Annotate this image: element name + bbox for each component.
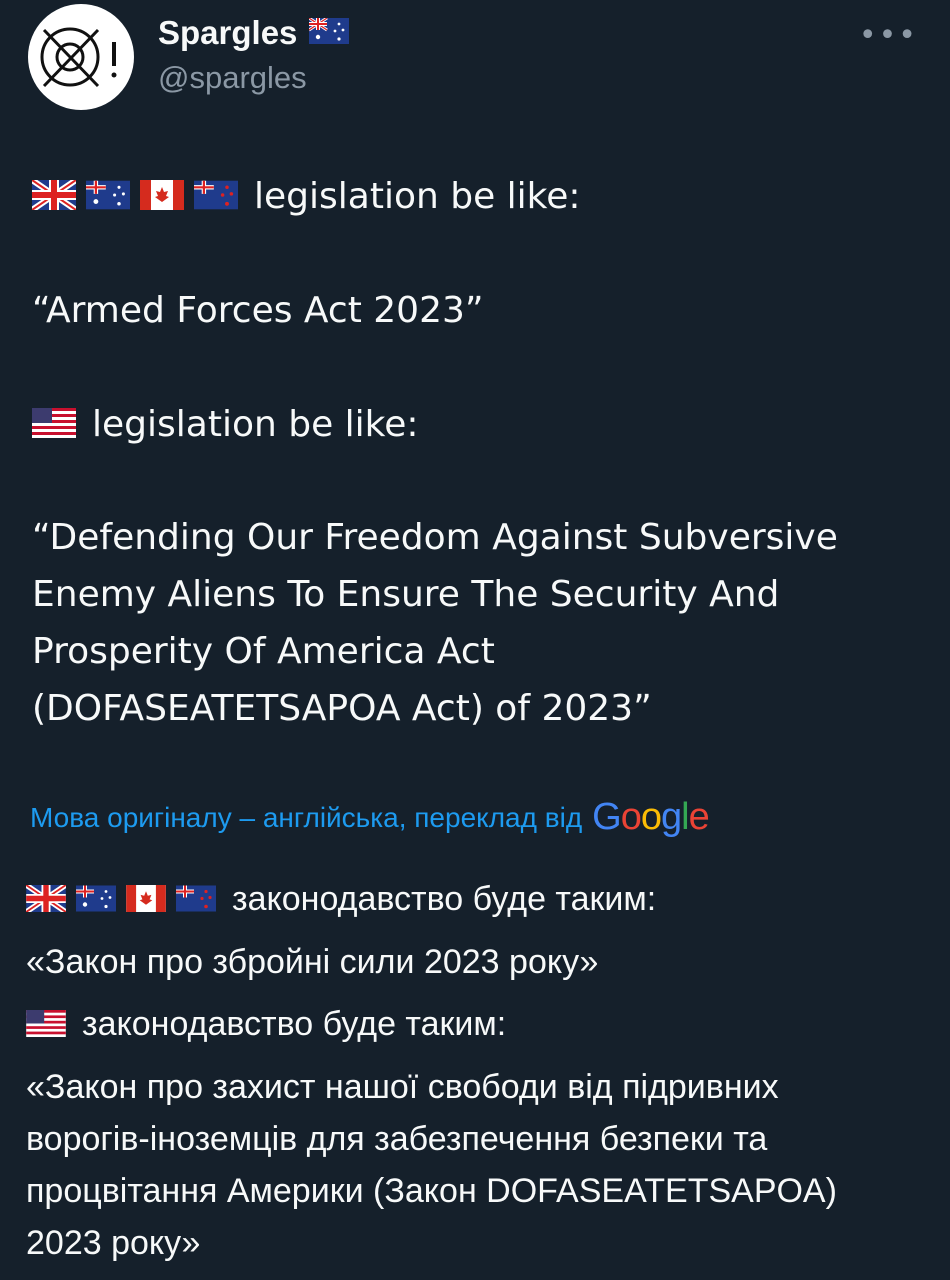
- original-text: “Defending Our Freedom Against Subversiv…: [32, 517, 838, 558]
- translated-text: процвітання Америки (Закон DOFASEATETSAP…: [26, 1172, 837, 1210]
- avatar-logo-icon: [40, 27, 117, 88]
- avatar[interactable]: [28, 4, 134, 110]
- canada-flag-icon: [126, 875, 166, 927]
- australia-flag-icon: [76, 875, 116, 927]
- original-line-1: legislation be like:: [32, 168, 581, 227]
- translated-line-3: законодавство буде таким:: [26, 998, 506, 1052]
- original-line-3: legislation be like:: [32, 396, 419, 455]
- new-zealand-flag-icon: [176, 875, 216, 927]
- new-zealand-flag-icon: [194, 170, 238, 227]
- author-handle[interactable]: @spargles: [158, 60, 307, 96]
- original-text: “Armed Forces Act 2023”: [32, 290, 484, 331]
- us-flag-icon: [32, 398, 76, 455]
- author-name-row[interactable]: Spargles: [158, 14, 350, 52]
- australia-flag-icon: [309, 14, 350, 52]
- translated-text: 2023 року»: [26, 1224, 201, 1262]
- translated-text: «Закон про збройні сили 2023 року»: [26, 943, 599, 981]
- flag-group: [32, 398, 76, 455]
- translation-note[interactable]: Мова оригіналу – англійська, переклад ві…: [30, 796, 710, 839]
- australia-flag-icon: [86, 170, 130, 227]
- us-flag-icon: [26, 1000, 66, 1052]
- more-options-icon[interactable]: •••: [859, 18, 918, 53]
- original-text: Enemy Aliens To Ensure The Security And: [32, 574, 780, 615]
- translated-text: законодавство буде таким:: [232, 880, 657, 918]
- google-logo: Google: [592, 796, 710, 838]
- translated-text: законодавство буде таким:: [82, 1005, 507, 1043]
- original-text: (DOFASEATETSAPOA Act) of 2023”: [32, 688, 652, 729]
- translated-text: «Закон про захист нашої свободи від підр…: [26, 1068, 779, 1106]
- flag-group: [32, 170, 238, 227]
- translated-text: ворогів-іноземців для забезпечення безпе…: [26, 1120, 768, 1158]
- author-name[interactable]: Spargles: [158, 14, 297, 52]
- uk-flag-icon: [26, 875, 66, 927]
- original-text: legislation be like:: [254, 176, 581, 217]
- flag-group: [26, 875, 216, 927]
- canada-flag-icon: [140, 170, 184, 227]
- translation-note-text[interactable]: Мова оригіналу – англійська, переклад ві…: [30, 802, 582, 834]
- original-text: legislation be like:: [92, 404, 419, 445]
- translated-line-1: законодавство буде таким:: [26, 873, 656, 927]
- uk-flag-icon: [32, 170, 76, 227]
- flag-group: [26, 1000, 66, 1052]
- original-text: Prosperity Of America Act: [32, 631, 495, 672]
